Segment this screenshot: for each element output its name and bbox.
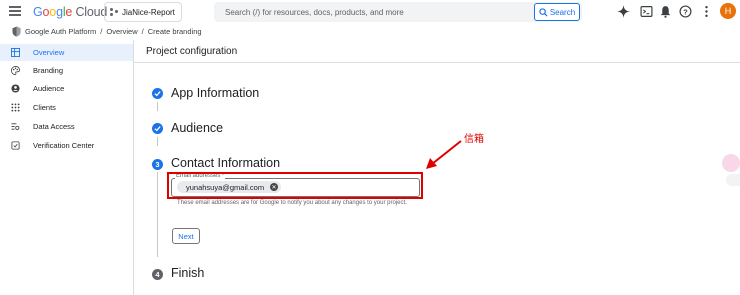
help-icon[interactable]: ? <box>679 5 692 18</box>
sidebar-item-label: Data Access <box>33 122 75 131</box>
search-button[interactable]: Search <box>534 3 580 21</box>
page-title: Project configuration <box>146 46 238 57</box>
page-header: Project configuration <box>134 40 740 63</box>
sidebar-item-data-access[interactable]: Data Access <box>0 118 133 135</box>
step-audience[interactable]: Audience <box>171 121 223 135</box>
step-number-3: 3 <box>152 159 163 170</box>
breadcrumb: Google Auth Platform / Overview / Create… <box>0 24 740 40</box>
sidebar-item-verification-center[interactable]: Verification Center <box>0 137 133 154</box>
step-connector <box>157 102 158 111</box>
breadcrumb-separator: / <box>141 27 144 36</box>
apps-icon <box>11 103 20 112</box>
project-name: JiaNice-Report <box>122 7 175 17</box>
grid-icon <box>11 48 20 57</box>
top-bar: Google Cloud JiaNice-Report Search (/) f… <box>0 0 740 24</box>
breadcrumb-create-branding: Create branding <box>147 27 202 36</box>
notifications-bell-icon[interactable] <box>659 5 672 18</box>
breadcrumb-overview[interactable]: Overview <box>106 27 137 36</box>
floating-assistant-button[interactable] <box>722 154 740 172</box>
google-cloud-logo[interactable]: Google Cloud <box>33 5 107 19</box>
next-button[interactable]: Next <box>172 228 200 244</box>
project-icon <box>110 8 118 16</box>
search-button-label: Search <box>549 7 576 17</box>
more-vert-icon[interactable] <box>700 5 713 18</box>
cloud-shell-icon[interactable] <box>640 5 653 18</box>
step-contact-information[interactable]: Contact Information <box>171 156 280 170</box>
sidebar-item-overview[interactable]: Overview <box>0 44 133 61</box>
check-circle-icon <box>152 123 163 134</box>
annotation-highlight-box <box>167 172 423 199</box>
search-input[interactable]: Search (/) for resources, docs, products… <box>214 8 582 17</box>
search-bar[interactable]: Search (/) for resources, docs, products… <box>214 2 582 22</box>
step-connector <box>157 172 158 257</box>
sidebar-item-label: Audience <box>33 84 65 93</box>
check-circle-icon <box>152 88 163 99</box>
gemini-sparkle-icon[interactable] <box>617 5 630 18</box>
step-connector <box>157 137 158 146</box>
person-icon <box>11 84 20 93</box>
sidebar-item-label: Overview <box>33 48 65 57</box>
data-access-icon <box>11 123 20 130</box>
shield-icon <box>12 26 21 37</box>
sidebar-item-label: Verification Center <box>33 141 95 150</box>
verified-icon <box>11 141 20 150</box>
project-selector[interactable]: JiaNice-Report <box>104 2 182 22</box>
annotation-arrow-icon <box>426 140 462 169</box>
sidebar-item-audience[interactable]: Audience <box>0 80 133 97</box>
annotation-label: 信箱 <box>464 134 484 145</box>
step-number-4: 4 <box>152 269 163 280</box>
svg-text:?: ? <box>683 7 688 16</box>
sidebar: Overview Branding Audience Clients Data … <box>0 40 134 295</box>
palette-icon <box>11 66 20 75</box>
sidebar-item-branding[interactable]: Branding <box>0 62 133 79</box>
side-panel-toggle[interactable] <box>726 174 740 186</box>
step-app-information[interactable]: App Information <box>171 86 259 100</box>
breadcrumb-separator: / <box>100 27 103 36</box>
sidebar-item-clients[interactable]: Clients <box>0 99 133 116</box>
breadcrumb-google-auth-platform[interactable]: Google Auth Platform <box>25 27 96 36</box>
avatar[interactable]: H <box>720 3 736 19</box>
search-icon <box>539 7 548 17</box>
sidebar-item-label: Branding <box>33 66 64 75</box>
hamburger-menu-icon[interactable] <box>9 6 21 16</box>
sidebar-item-label: Clients <box>33 103 56 112</box>
email-helper-text: These email addresses are for Google to … <box>177 200 407 206</box>
step-finish[interactable]: Finish <box>171 266 204 280</box>
